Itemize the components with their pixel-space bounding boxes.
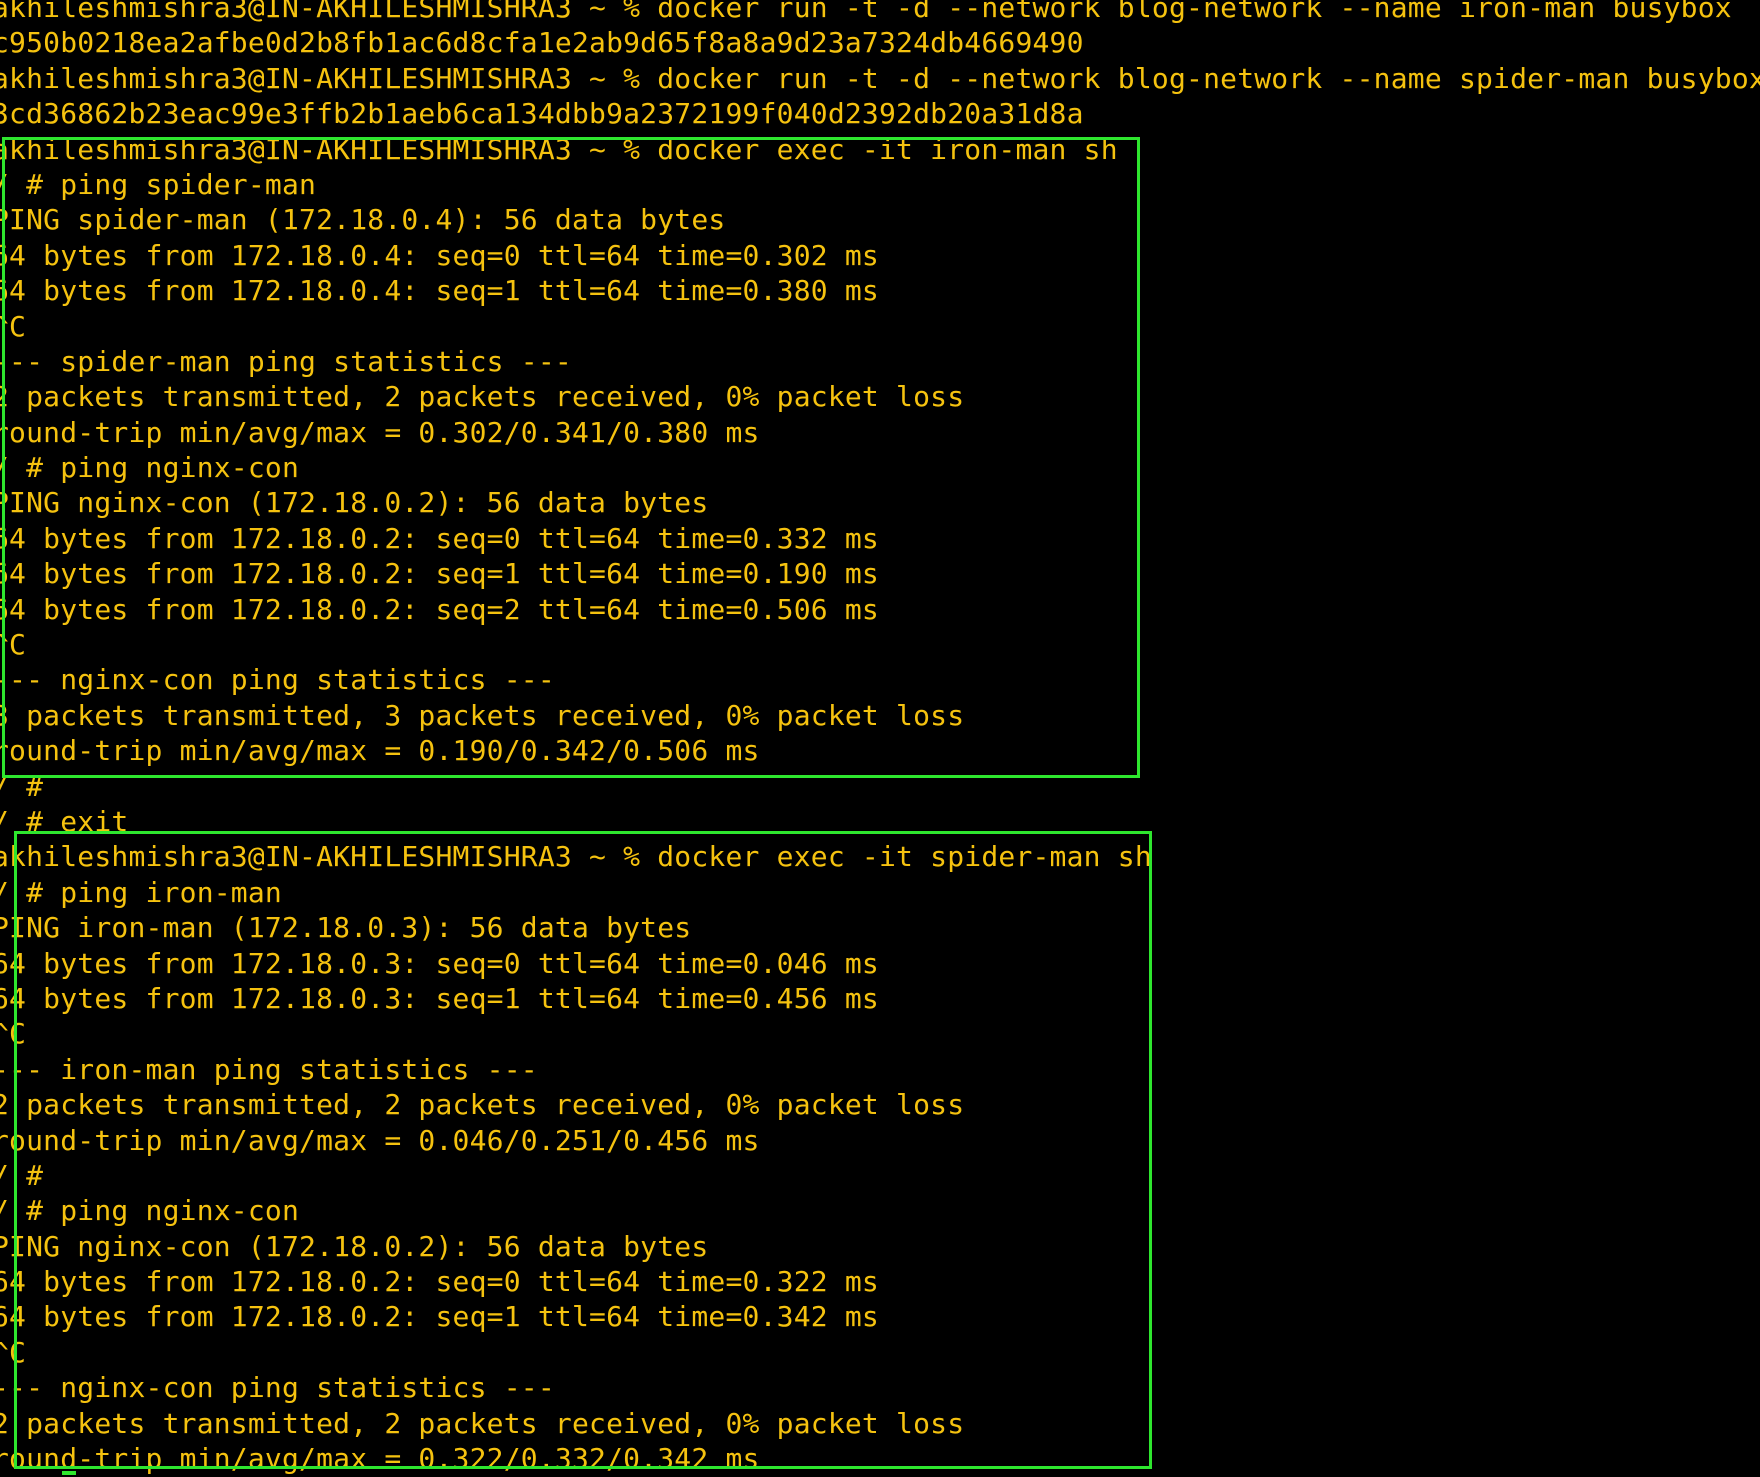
terminal-line: 2 packets transmitted, 2 packets receive… — [0, 1088, 965, 1122]
terminal-line: PING iron-man (172.18.0.3): 56 data byte… — [0, 911, 692, 945]
terminal-line: / # ping nginx-con — [0, 1194, 300, 1228]
terminal-line: akhileshmishra3@IN-AKHILESHMISHRA3 ~ % d… — [0, 61, 1760, 95]
terminal-line: 64 bytes from 172.18.0.4: seq=1 ttl=64 t… — [0, 274, 879, 308]
terminal-line: round-trip min/avg/max = 0.190/0.342/0.5… — [0, 734, 760, 768]
terminal-window[interactable]: akhileshmishra3@IN-AKHILESHMISHRA3 ~ % d… — [0, 0, 1760, 1477]
terminal-line: akhileshmishra3@IN-AKHILESHMISHRA3 ~ % d… — [0, 132, 1118, 166]
terminal-line: --- spider-man ping statistics --- — [0, 344, 572, 378]
terminal-line: 64 bytes from 172.18.0.2: seq=0 ttl=64 t… — [0, 1265, 879, 1299]
terminal-line: ^C — [0, 1335, 27, 1369]
terminal-line: 3 packets transmitted, 3 packets receive… — [0, 698, 965, 732]
terminal-line: round-trip min/avg/max = 0.302/0.341/0.3… — [0, 415, 760, 449]
terminal-line: 64 bytes from 172.18.0.2: seq=0 ttl=64 t… — [0, 521, 879, 555]
terminal-line: --- nginx-con ping statistics --- — [0, 1371, 555, 1405]
terminal-line: akhileshmishra3@IN-AKHILESHMISHRA3 ~ % d… — [0, 0, 1732, 24]
terminal-line: ^C — [0, 1017, 27, 1051]
terminal-line: 2 packets transmitted, 2 packets receive… — [0, 380, 965, 414]
terminal-line: 64 bytes from 172.18.0.2: seq=1 ttl=64 t… — [0, 1300, 879, 1334]
terminal-line: 64 bytes from 172.18.0.2: seq=1 ttl=64 t… — [0, 557, 879, 591]
terminal-cursor — [62, 1471, 76, 1475]
terminal-line: c950b0218ea2afbe0d2b8fb1ac6d8cfa1e2ab9d6… — [0, 26, 1084, 60]
terminal-output: akhileshmishra3@IN-AKHILESHMISHRA3 ~ % d… — [0, 0, 1760, 1476]
terminal-line: ^C — [0, 309, 27, 343]
terminal-line: 2 packets transmitted, 2 packets receive… — [0, 1406, 965, 1440]
terminal-line: PING nginx-con (172.18.0.2): 56 data byt… — [0, 486, 709, 520]
terminal-line: / # exit — [0, 804, 129, 838]
terminal-line: / # ping spider-man — [0, 167, 317, 201]
terminal-line: round-trip min/avg/max = 0.046/0.251/0.4… — [0, 1123, 760, 1157]
terminal-line: PING nginx-con (172.18.0.2): 56 data byt… — [0, 1229, 709, 1263]
terminal-line: 64 bytes from 172.18.0.4: seq=0 ttl=64 t… — [0, 238, 879, 272]
terminal-line: / # — [0, 1158, 44, 1192]
terminal-line: --- iron-man ping statistics --- — [0, 1052, 538, 1086]
terminal-line: 64 bytes from 172.18.0.2: seq=2 ttl=64 t… — [0, 592, 879, 626]
terminal-line: / # ping nginx-con — [0, 451, 300, 485]
terminal-line: --- nginx-con ping statistics --- — [0, 663, 555, 697]
terminal-line: akhileshmishra3@IN-AKHILESHMISHRA3 ~ % d… — [0, 840, 1152, 874]
terminal-line: ^C — [0, 628, 27, 662]
terminal-line: / # — [0, 769, 44, 803]
terminal-line: 3cd36862b23eac99e3ffb2b1aeb6ca134dbb9a23… — [0, 97, 1084, 131]
terminal-line: 64 bytes from 172.18.0.3: seq=0 ttl=64 t… — [0, 946, 879, 980]
terminal-line: 64 bytes from 172.18.0.3: seq=1 ttl=64 t… — [0, 981, 879, 1015]
terminal-line: / # ping iron-man — [0, 875, 282, 909]
terminal-line: PING spider-man (172.18.0.4): 56 data by… — [0, 203, 726, 237]
terminal-line: round-trip min/avg/max = 0.322/0.332/0.3… — [0, 1442, 760, 1476]
